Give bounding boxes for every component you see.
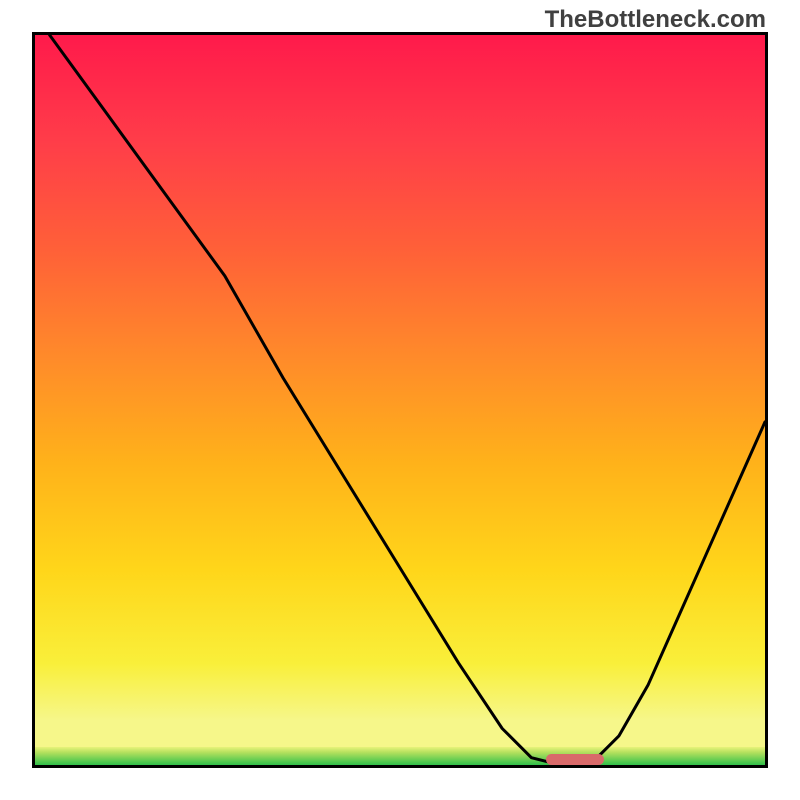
attribution-label: TheBottleneck.com [545, 6, 766, 34]
bottleneck-curve [50, 35, 765, 765]
chart-container: TheBottleneck.com [0, 0, 800, 800]
plot-area [32, 32, 768, 768]
optimal-marker [546, 754, 604, 765]
curve-overlay [35, 35, 765, 765]
